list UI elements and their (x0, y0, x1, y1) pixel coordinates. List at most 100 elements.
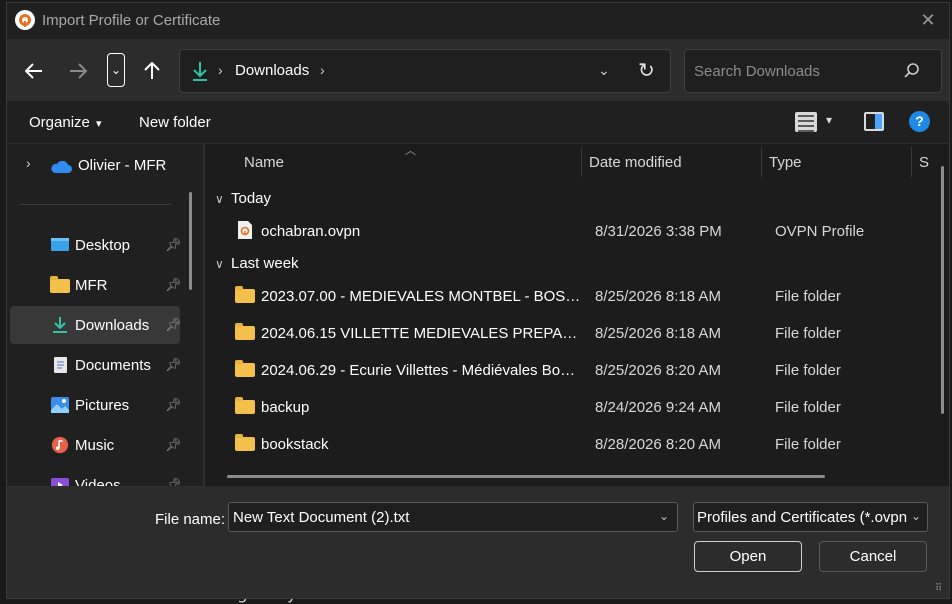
file-name: 2023.07.00 - MEDIEVALES MONTBEL - BOSSES… (261, 288, 581, 305)
navigation-pane: › Olivier - MFR Desktop 📌︎ MFR 📌︎ Downlo… (7, 144, 203, 486)
arrow-left-icon (25, 63, 42, 79)
download-icon (53, 317, 67, 333)
column-header-type[interactable]: Type (769, 154, 802, 171)
file-type: OVPN Profile (775, 223, 865, 240)
file-name: backup (261, 399, 310, 416)
address-history-chevron-icon[interactable]: ⌄ (598, 62, 610, 79)
sidebar-scrollbar[interactable] (189, 192, 192, 290)
horizontal-scrollbar[interactable] (227, 475, 825, 478)
sidebar-item-onedrive[interactable]: › Olivier - MFR (10, 146, 180, 184)
group-header-today[interactable]: ∨ Today (215, 190, 271, 207)
desktop-icon (51, 238, 69, 251)
navigation-bar: ⌄ › Downloads › ⌄ ↻ Search Downloads (7, 39, 949, 101)
caret-down-icon: ▾ (96, 118, 102, 130)
pin-icon: 📌︎ (165, 397, 182, 412)
column-header-name[interactable]: Name (244, 154, 284, 171)
resize-grip-icon[interactable]: ⠿ (935, 583, 942, 594)
address-bar[interactable]: › Downloads › ⌄ ↻ (179, 49, 671, 93)
pin-icon: 📌︎ (165, 477, 182, 486)
pin-icon: 📌︎ (165, 237, 182, 252)
folder-icon (235, 323, 255, 340)
pictures-icon (51, 397, 69, 413)
command-bar: Organize ▾ New folder ▾ ? (7, 101, 949, 144)
folder-icon (235, 434, 255, 451)
chevron-down-icon: ∨ (215, 192, 224, 206)
pin-icon: 📌︎ (165, 357, 182, 372)
vertical-scrollbar[interactable] (941, 166, 944, 414)
dialog-footer: File name: New Text Document (2).txt ⌄ P… (7, 486, 949, 598)
group-label: Last week (231, 255, 299, 272)
pin-icon: 📌︎ (165, 277, 182, 292)
chevron-down-icon[interactable]: ⌄ (659, 509, 669, 523)
openvpn-logo-icon (15, 10, 35, 30)
sidebar-item-videos[interactable]: Videos 📌︎ (10, 466, 182, 486)
column-header-size[interactable]: S (919, 154, 929, 171)
file-name-input[interactable]: New Text Document (2).txt ⌄ (228, 502, 678, 532)
sidebar-divider (19, 204, 171, 205)
close-icon[interactable]: ✕ (919, 11, 937, 29)
forward-button[interactable] (61, 53, 95, 89)
pin-icon: 📌︎ (165, 437, 182, 452)
cancel-button[interactable]: Cancel (819, 541, 927, 572)
breadcrumb-downloads[interactable]: Downloads (235, 62, 309, 79)
back-button[interactable] (17, 53, 51, 89)
folder-row[interactable]: 2024.06.15 VILLETTE MEDIEVALES PREPARATI… (225, 315, 925, 352)
sidebar-item-music[interactable]: Music 📌︎ (10, 426, 182, 464)
organize-button[interactable]: Organize ▾ (29, 114, 102, 131)
cloud-icon (51, 160, 72, 173)
sidebar-item-label: Olivier - MFR (78, 157, 167, 174)
file-type: File folder (775, 362, 841, 379)
group-header-last-week[interactable]: ∨ Last week (215, 255, 299, 272)
sidebar-item-downloads[interactable]: Downloads 📌︎ (10, 306, 182, 344)
pin-icon: 📌︎ (165, 317, 182, 332)
recent-locations-button[interactable]: ⌄ (107, 53, 125, 87)
ovpn-file-icon (238, 221, 252, 239)
file-list: ︿ Name Date modified Type S ∨ Today ochab… (205, 144, 949, 486)
help-icon[interactable]: ? (909, 111, 930, 132)
breadcrumb-separator[interactable]: › (320, 62, 325, 78)
column-separator[interactable] (761, 147, 762, 177)
arrow-right-icon (70, 63, 87, 79)
folder-row[interactable]: backup 8/24/2026 9:24 AM File folder (225, 389, 925, 426)
file-name: 2024.06.29 - Ecurie Villettes - Médiéval… (261, 362, 581, 379)
download-icon (193, 62, 207, 81)
chevron-right-icon[interactable]: › (26, 155, 31, 171)
file-name: bookstack (261, 436, 329, 453)
sidebar-item-pictures[interactable]: Pictures 📌︎ (10, 386, 182, 424)
view-options-caret-icon[interactable]: ▾ (826, 113, 832, 127)
folder-icon (235, 360, 255, 377)
new-folder-button[interactable]: New folder (139, 114, 211, 131)
group-label: Today (231, 190, 272, 207)
folder-row[interactable]: 2023.07.00 - MEDIEVALES MONTBEL - BOSSES… (225, 278, 925, 315)
file-row[interactable]: ochabran.ovpn 8/31/2026 3:38 PM OVPN Pro… (225, 213, 925, 250)
file-name-value: New Text Document (2).txt (233, 509, 410, 526)
file-date: 8/25/2026 8:18 AM (595, 325, 721, 342)
column-separator[interactable] (581, 147, 582, 177)
file-date: 8/25/2026 8:20 AM (595, 362, 721, 379)
folder-row[interactable]: 2024.06.29 - Ecurie Villettes - Médiéval… (225, 352, 925, 389)
sidebar-item-label: Desktop (75, 237, 131, 254)
column-header-date[interactable]: Date modified (589, 154, 682, 171)
file-name-label: File name: (155, 511, 226, 528)
file-name: 2024.06.15 VILLETTE MEDIEVALES PREPARATI… (261, 325, 581, 342)
view-details-icon[interactable] (795, 112, 817, 132)
file-date: 8/25/2026 8:18 AM (595, 288, 721, 305)
arrow-up-icon (144, 62, 160, 79)
up-button[interactable] (135, 53, 169, 89)
refresh-icon[interactable]: ↻ (638, 58, 655, 83)
column-separator[interactable] (911, 147, 912, 177)
preview-pane-icon[interactable] (864, 112, 884, 131)
search-icon (904, 63, 919, 78)
file-date: 8/31/2026 3:38 PM (595, 223, 722, 240)
breadcrumb-separator[interactable]: › (218, 62, 223, 78)
search-input[interactable]: Search Downloads (684, 49, 942, 93)
open-button[interactable]: Open (694, 541, 802, 572)
file-type-filter-select[interactable]: Profiles and Certificates (*.ovpn ⌄ (693, 502, 928, 532)
sidebar-item-documents[interactable]: Documents 📌︎ (10, 346, 182, 384)
folder-row[interactable]: bookstack 8/28/2026 8:20 AM File folder (225, 426, 925, 463)
sidebar-item-mfr[interactable]: MFR 📌︎ (10, 266, 182, 304)
chevron-down-icon[interactable]: ⌄ (908, 509, 921, 523)
sidebar-item-desktop[interactable]: Desktop 📌︎ (10, 226, 182, 264)
file-type: File folder (775, 325, 841, 342)
file-date: 8/24/2026 9:24 AM (595, 399, 721, 416)
